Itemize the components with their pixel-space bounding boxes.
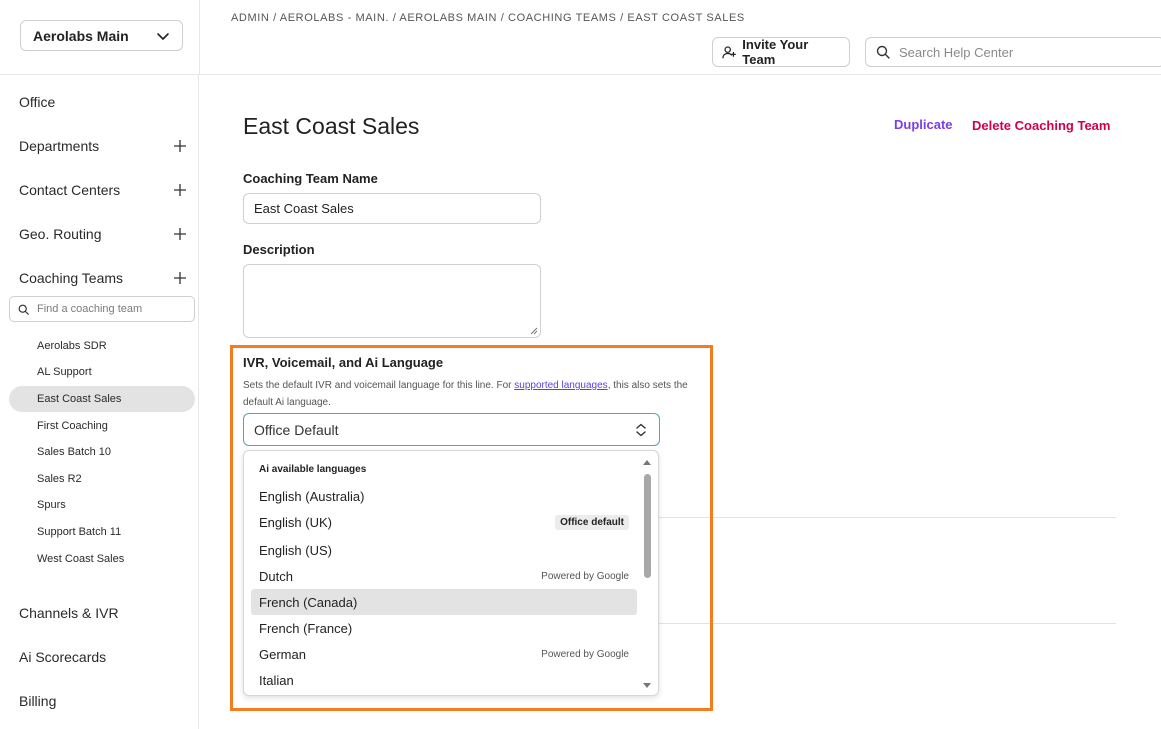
office-default-badge: Office default: [555, 514, 629, 530]
sidebar-item-label: Billing: [19, 693, 57, 709]
sidebar-item-label: Departments: [19, 138, 100, 154]
option-label: French (France): [259, 620, 353, 636]
option-label: French (Canada): [259, 594, 358, 610]
team-name-input[interactable]: East Coast Sales: [243, 193, 541, 224]
team-item-west-coast-sales[interactable]: West Coast Sales: [9, 546, 195, 572]
resize-handle-icon[interactable]: [529, 326, 538, 335]
plus-icon[interactable]: [173, 227, 187, 241]
scrollbar-thumb[interactable]: [644, 474, 651, 578]
help-search-input[interactable]: Search Help Center: [865, 37, 1161, 67]
sidebar-item-label: Contact Centers: [19, 182, 121, 198]
powered-by-google-tag: Powered by Google: [541, 570, 629, 582]
plus-icon[interactable]: [173, 271, 187, 285]
language-label: IVR, Voicemail, and Ai Language: [243, 355, 444, 370]
team-item-spurs[interactable]: Spurs: [9, 492, 195, 518]
delete-coaching-team-link[interactable]: Delete Coaching Team: [972, 118, 1110, 133]
description-label: Description: [243, 242, 315, 257]
select-arrows-icon: [636, 423, 646, 437]
team-name-value: East Coast Sales: [254, 201, 354, 216]
top-bar: Aerolabs Main ADMIN / AEROLABS - MAIN. /…: [0, 0, 1161, 75]
dropdown-scrollbar[interactable]: [642, 457, 652, 691]
option-label: Italian: [259, 672, 294, 688]
language-option-french-canada[interactable]: French (Canada): [251, 589, 637, 615]
powered-by-google-tag: Powered by Google: [541, 648, 629, 660]
team-item-sales-r2[interactable]: Sales R2: [9, 466, 195, 492]
language-option-dutch[interactable]: Dutch Powered by Google: [251, 563, 637, 589]
language-option-french-france[interactable]: French (France): [251, 615, 637, 641]
option-label: English (US): [259, 542, 332, 558]
language-option-english-us[interactable]: English (US): [251, 537, 637, 563]
language-select[interactable]: Office Default: [243, 413, 660, 446]
sidebar-item-coaching-teams[interactable]: Coaching Teams: [19, 268, 189, 288]
plus-icon[interactable]: [173, 139, 187, 153]
page: Aerolabs Main ADMIN / AEROLABS - MAIN. /…: [0, 0, 1161, 729]
team-name-label: Coaching Team Name: [243, 171, 378, 186]
sidebar: Office Departments Contact Centers Geo. …: [0, 75, 199, 729]
add-user-icon: [722, 45, 736, 58]
scroll-up-arrow-icon[interactable]: [643, 460, 651, 465]
invite-team-button[interactable]: Invite Your Team: [712, 37, 850, 67]
workspace-select[interactable]: Aerolabs Main: [20, 20, 183, 51]
sidebar-item-channels-ivr[interactable]: Channels & IVR: [19, 603, 189, 623]
language-option-english-uk[interactable]: English (UK) Office default: [251, 509, 637, 535]
team-item-first-coaching[interactable]: First Coaching: [9, 413, 195, 439]
plus-icon[interactable]: [173, 183, 187, 197]
search-icon: [876, 45, 890, 59]
section-divider: [659, 517, 1116, 518]
section-divider: [659, 623, 1116, 624]
help-search-placeholder: Search Help Center: [899, 44, 1014, 60]
coaching-team-search-input[interactable]: Find a coaching team: [9, 296, 195, 322]
sidebar-item-office[interactable]: Office: [19, 92, 189, 112]
coaching-team-search-placeholder: Find a coaching team: [37, 303, 143, 315]
sidebar-item-ai-scorecards[interactable]: Ai Scorecards: [19, 647, 189, 667]
option-label: English (UK): [259, 514, 332, 530]
sidebar-item-geo-routing[interactable]: Geo. Routing: [19, 224, 189, 244]
team-item-sales-batch-10[interactable]: Sales Batch 10: [9, 439, 195, 465]
team-item-east-coast-sales[interactable]: East Coast Sales: [9, 386, 195, 412]
scroll-down-arrow-icon[interactable]: [643, 683, 651, 688]
language-option-italian[interactable]: Italian: [251, 667, 637, 693]
team-item-aerolabs-sdr[interactable]: Aerolabs SDR: [9, 333, 195, 359]
language-help-text: Sets the default IVR and voicemail langu…: [243, 377, 703, 411]
option-label: English (Australia): [259, 488, 365, 504]
language-dropdown[interactable]: Ai available languages English (Australi…: [243, 450, 659, 696]
sidebar-item-billing[interactable]: Billing: [19, 691, 189, 711]
dropdown-group-header: Ai available languages: [259, 464, 367, 475]
option-label: Dutch: [259, 568, 293, 584]
page-title: East Coast Sales: [243, 113, 420, 139]
workspace-label: Aerolabs Main: [33, 27, 129, 44]
sidebar-item-label: Channels & IVR: [19, 605, 119, 621]
supported-languages-link[interactable]: supported languages: [514, 380, 607, 391]
description-textarea[interactable]: [243, 264, 541, 338]
invite-team-label: Invite Your Team: [742, 37, 809, 67]
language-select-value: Office Default: [254, 421, 339, 438]
team-item-al-support[interactable]: AL Support: [9, 359, 195, 385]
language-option-german[interactable]: German Powered by Google: [251, 641, 637, 667]
top-divider: [199, 0, 200, 75]
team-item-support-batch-11[interactable]: Support Batch 11: [9, 519, 195, 545]
sidebar-item-label: Geo. Routing: [19, 226, 102, 242]
chevron-down-icon: [157, 32, 169, 40]
sidebar-item-label: Office: [19, 94, 56, 110]
sidebar-item-label: Coaching Teams: [19, 270, 124, 286]
help-text-part: Sets the default IVR and voicemail langu…: [243, 380, 515, 391]
option-label: German: [259, 646, 306, 662]
search-icon: [18, 304, 29, 315]
breadcrumb[interactable]: ADMIN / AEROLABS - MAIN. / AEROLABS MAIN…: [231, 12, 745, 24]
duplicate-link[interactable]: Duplicate: [894, 117, 953, 132]
sidebar-item-label: Ai Scorecards: [19, 649, 107, 665]
language-option-english-australia[interactable]: English (Australia): [251, 483, 637, 509]
sidebar-item-departments[interactable]: Departments: [19, 136, 189, 156]
sidebar-item-contact-centers[interactable]: Contact Centers: [19, 180, 189, 200]
